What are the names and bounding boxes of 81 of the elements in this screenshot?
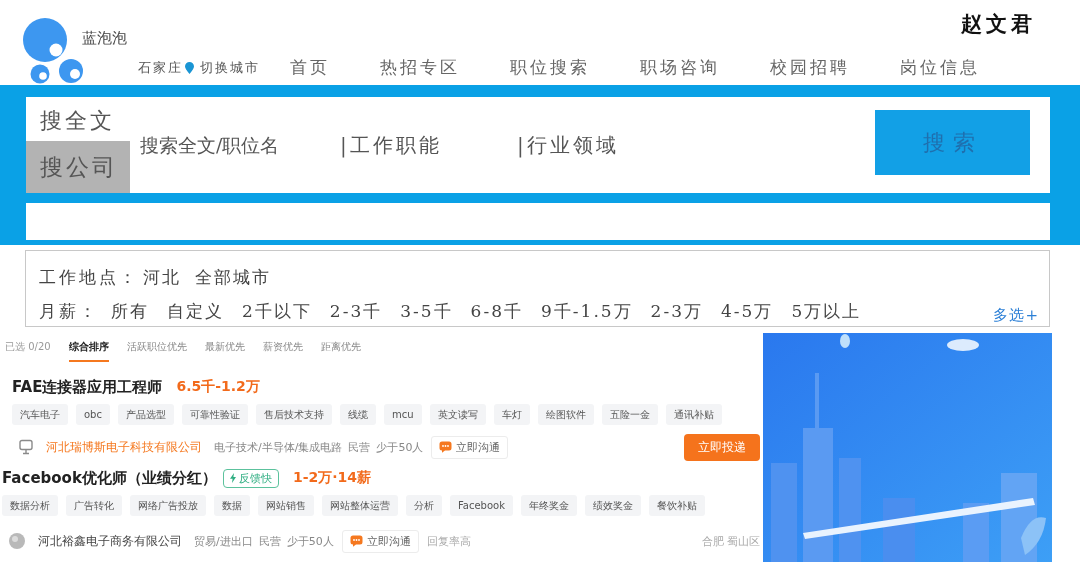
skill-tag: 分析: [406, 495, 442, 516]
skill-tag: obc: [76, 404, 110, 425]
salary-option[interactable]: 2-3万: [650, 299, 703, 323]
sort-tab[interactable]: 距离优先: [320, 340, 361, 362]
company-detail: 少于50人: [376, 439, 424, 455]
selected-count: 已选 0/20: [5, 340, 51, 354]
nav-link[interactable]: 热招专区: [380, 56, 460, 79]
skill-tag: Facebook: [450, 495, 513, 516]
company-detail: 电子技术/半导体/集成电路: [214, 439, 343, 455]
skill-tag: 绩效奖金: [585, 495, 641, 516]
salary-option[interactable]: 2千以下: [242, 299, 312, 323]
monitor-icon: [18, 439, 34, 455]
skill-tag: 线缆: [339, 404, 376, 425]
location-option[interactable]: 全部城市: [195, 265, 271, 289]
location-label: 工作地点：: [39, 265, 139, 289]
skill-tag: 通讯补贴: [665, 404, 722, 425]
skill-tag: 绘图软件: [537, 404, 594, 425]
job-location: 合肥 蜀山区: [701, 533, 760, 549]
company-name[interactable]: 河北裕鑫电子商务有限公司: [38, 532, 182, 550]
skill-tag: 产品选型: [117, 404, 174, 425]
skill-tag: 广告转化: [66, 495, 122, 516]
company-detail: 民营: [258, 533, 281, 549]
nav-link[interactable]: 职位搜索: [510, 56, 590, 79]
category-selector[interactable]: |行业领域: [517, 131, 694, 159]
badge-label: 反馈快: [238, 470, 272, 486]
company-detail: 贸易/进出口: [194, 533, 253, 549]
skill-tag: 网络广告投放: [130, 495, 206, 516]
skill-tag: 英文读写: [429, 404, 486, 425]
nav-link[interactable]: 职场咨询: [640, 56, 720, 79]
brand-name: 蓝泡泡: [82, 29, 127, 48]
salary-option[interactable]: 4-5万: [721, 299, 774, 323]
company-logo-icon: [8, 532, 26, 550]
category-selector[interactable]: |工作职能: [340, 131, 517, 159]
skill-tag: 网站销售: [258, 495, 314, 516]
nav-link[interactable]: 校园招聘: [770, 56, 850, 79]
chat-bubble-icon: [439, 441, 453, 453]
bubble-logo-icon: [22, 18, 84, 84]
salary-option[interactable]: 5万以上: [791, 299, 862, 323]
nav-link[interactable]: 首页: [290, 56, 330, 79]
company-detail: 少于50人: [286, 533, 334, 549]
job-title[interactable]: Facebook优化师（业绩分红）: [2, 468, 217, 488]
job-title[interactable]: FAE连接器应用工程师: [12, 377, 163, 397]
skill-tag: 网站整体运营: [322, 495, 398, 516]
salary-option[interactable]: 9千-1.5万: [541, 299, 633, 323]
sort-tab[interactable]: 最新优先: [204, 340, 245, 362]
skill-tag: 车灯: [493, 404, 530, 425]
search-bar-field[interactable]: [26, 203, 1050, 240]
skill-tag: 可靠性验证: [181, 404, 248, 425]
skill-tag: 五险一金: [601, 404, 658, 425]
salary-range: 6.5千-1.2万: [176, 378, 260, 396]
nav-link[interactable]: 岗位信息: [900, 56, 980, 79]
skill-tag: mcu: [383, 404, 422, 425]
chat-button[interactable]: 立即沟通: [341, 529, 419, 553]
sort-tab[interactable]: 活跃职位优先: [126, 340, 187, 362]
skill-tag: 数据: [214, 495, 250, 516]
switch-city-link[interactable]: 切换城市: [200, 58, 260, 77]
sort-tab[interactable]: 薪资优先: [262, 340, 303, 362]
salary-option[interactable]: 6-8千: [470, 299, 523, 323]
salary-range: 1-2万·14薪: [292, 469, 371, 487]
user-name: 赵文君: [961, 10, 1036, 38]
chat-bubble-icon: [349, 535, 363, 547]
skill-tag: 汽车电子: [12, 404, 68, 425]
salary-option[interactable]: 自定义: [167, 299, 224, 323]
salary-label: 月薪：: [39, 299, 99, 323]
company-detail: 民营: [348, 439, 371, 455]
skill-tag: 年终奖金: [521, 495, 577, 516]
chat-button[interactable]: 立即沟通: [431, 435, 509, 459]
salary-option[interactable]: 2-3千: [329, 299, 383, 323]
sort-tab[interactable]: 综合排序: [68, 340, 109, 362]
search-mode-tab[interactable]: 搜公司: [26, 141, 130, 193]
reply-rate: 回复率高: [426, 533, 471, 549]
skill-tag: 售后技术支持: [255, 404, 332, 425]
salary-option[interactable]: 所有: [111, 299, 149, 323]
location-pin-icon: [185, 61, 194, 74]
skill-tag: 餐饮补贴: [649, 495, 705, 516]
skill-tag: 数据分析: [2, 495, 58, 516]
current-city: 石家庄: [138, 58, 183, 77]
lightning-icon: [229, 473, 236, 483]
salary-option[interactable]: 3-5千: [400, 299, 453, 323]
location-option[interactable]: 河北: [143, 265, 181, 289]
multi-select-link[interactable]: 多选+: [993, 305, 1039, 325]
